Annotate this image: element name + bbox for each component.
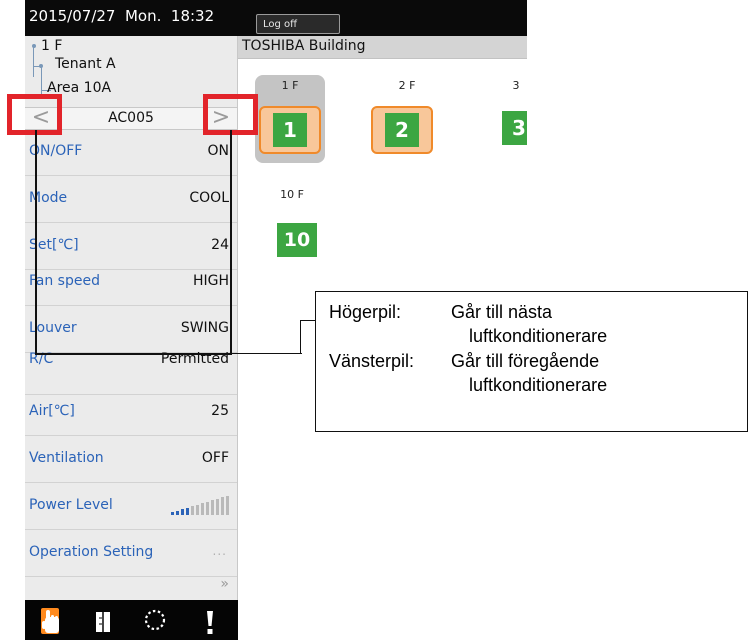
property-label: Power Level [29,497,113,513]
property-label: Operation Setting [29,544,154,560]
property-row-mode[interactable]: Mode COOL [25,176,237,223]
power-level-bar [201,503,204,515]
left-arrow-highlight [7,94,62,135]
floor-label-2f: 2 F [398,79,416,92]
building-name: TOSHIBA Building [242,38,366,54]
floor-tile-1f[interactable]: 1 [259,106,321,154]
right-arrow-highlight [203,94,258,135]
hand-pointer-icon[interactable] [35,600,65,640]
power-level-bar [221,497,224,515]
power-level-bar [196,504,199,515]
power-level-meter-icon [171,495,231,515]
property-label: Fan speed [29,273,100,289]
callout-connector-1 [232,353,302,355]
property-row-power-level[interactable]: Power Level [25,483,237,530]
property-label: ON/OFF [29,143,83,159]
callout-right-desc-line2: luftkonditionerare [469,326,608,346]
property-value: 25 [211,403,229,419]
floor-tile-2f[interactable]: 2 [371,106,433,154]
power-level-bar [226,495,229,515]
expand-row[interactable]: » [25,572,237,600]
callout-box: Högerpil: Går till nästa luftkonditioner… [315,291,748,432]
callout-right-term: Högerpil: [329,302,402,322]
callout-bracket-right [230,130,232,355]
property-value: ON [207,143,230,159]
property-label: Air[℃] [29,403,75,419]
property-row-rc[interactable]: R/C Permitted [25,348,237,395]
power-level-bar [191,506,194,515]
tree-item-floor[interactable]: 1 F [25,38,237,77]
power-level-bar [181,509,184,515]
property-row-fan-speed[interactable]: Fan speed HIGH [25,259,237,306]
callout-left-desc-line2: luftkonditionerare [469,375,608,395]
property-value: SWING [180,320,229,336]
property-row-onoff[interactable]: ON/OFF ON [25,129,237,176]
loading-circle-icon[interactable] [140,600,170,640]
power-level-bar [186,507,189,515]
floor-number: 1 [273,113,307,147]
property-row-ventilation[interactable]: Ventilation OFF [25,436,237,483]
property-value: OFF [201,450,229,466]
power-level-bar [216,498,219,515]
floor-label-1f: 1 F [281,79,299,92]
floor-tile-10f[interactable]: 10 [277,223,317,257]
power-level-bar [206,501,209,515]
datetime-display: 2015/07/27 Mon. 18:32 [29,7,215,25]
tree-floor-label: 1 F [41,38,63,54]
schedule-book-icon[interactable] [91,600,115,640]
top-bar: 2015/07/27 Mon. 18:32 Log off [25,0,527,36]
callout-bracket-left [35,130,37,355]
property-row-louver[interactable]: Louver SWING [25,306,237,353]
callout-left-desc-line1: Går till föregående [451,351,600,371]
callout-right-desc-line1: Går till nästa [451,302,553,322]
property-label: Ventilation [29,450,104,466]
floor-number: 2 [385,113,419,147]
double-chevron-right-icon: » [220,576,229,592]
power-level-bar [171,512,174,515]
callout-left-term: Vänsterpil: [329,351,415,371]
log-off-button[interactable]: Log off [256,14,340,34]
callout-connector-3 [300,320,315,321]
building-header: TOSHIBA Building [238,36,527,59]
floor-tile-3f[interactable]: 3 [502,111,527,145]
more-dots-icon: ... [212,544,227,558]
bottom-toolbar [25,600,238,640]
callout-connector-2 [300,320,301,354]
property-row-operation-setting[interactable]: Operation Setting ... [25,530,237,577]
property-value: 24 [211,237,229,253]
power-level-bar [211,500,214,515]
property-value: COOL [189,190,229,206]
power-level-bar [176,510,179,515]
floor-label-3f: 3 [512,79,520,92]
floor-label-10f: 10 F [280,188,304,201]
tree-item-tenant[interactable]: Tenant A [25,56,237,95]
callout-bracket-bottom [35,353,232,355]
tree-tenant-label: Tenant A [55,56,116,72]
property-value: HIGH [192,273,229,289]
property-row-air-temp[interactable]: Air[℃] 25 [25,389,237,436]
alert-exclamation-icon[interactable] [200,600,220,640]
